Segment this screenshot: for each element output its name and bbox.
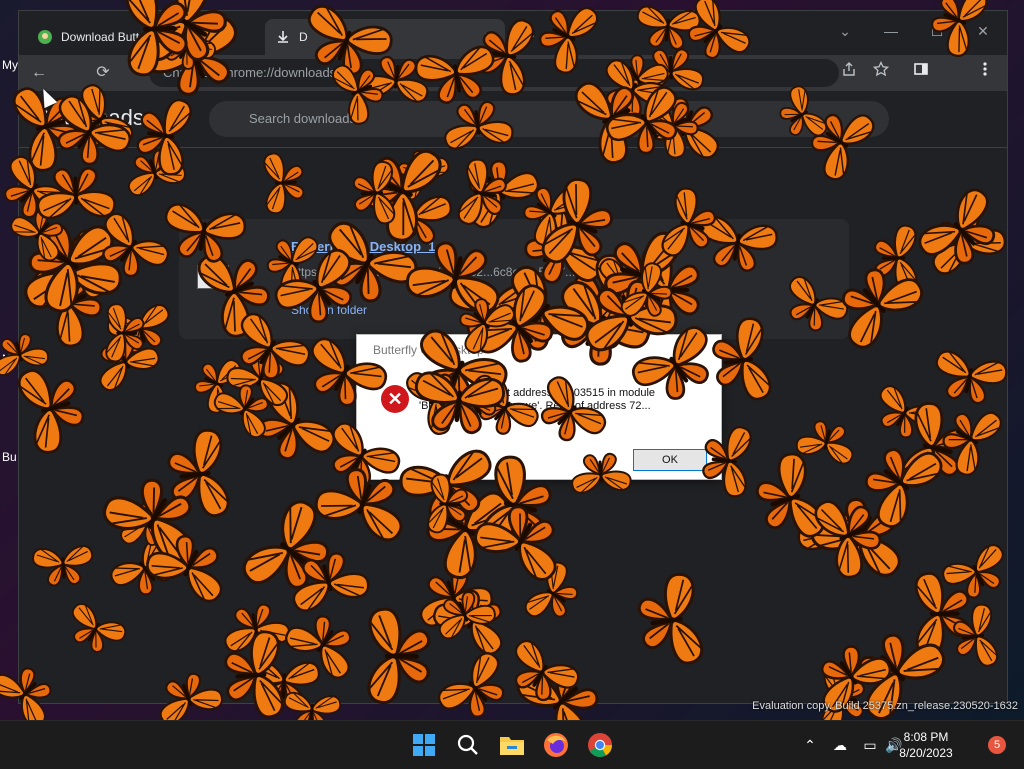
- clock[interactable]: 8:08 PM 8/20/2023: [886, 729, 966, 761]
- file-explorer-icon[interactable]: [496, 729, 528, 761]
- download-item: Butterfly On Desktop_1 https://h2ocdn.la…: [179, 219, 849, 339]
- show-in-folder-link[interactable]: Show in folder: [291, 303, 367, 317]
- close-window-button[interactable]: ✕: [963, 17, 1003, 45]
- download-filename-link[interactable]: Butterfly On Desktop_1: [291, 239, 435, 254]
- butterfly-favicon-icon: [37, 29, 53, 45]
- desktop-icon-label[interactable]: My: [2, 58, 18, 72]
- dialog-message: Access violation at address 00403515 in …: [419, 387, 656, 412]
- ok-button[interactable]: OK: [633, 449, 707, 471]
- network-icon[interactable]: ▭: [860, 733, 880, 757]
- tab-label: Download Butterfl: [61, 30, 156, 44]
- tab-download-butterfly[interactable]: Download Butterfl: [27, 19, 263, 55]
- tab-close-icon[interactable]: ✕: [483, 29, 495, 46]
- search-icon[interactable]: [452, 729, 484, 761]
- search-downloads-input[interactable]: Search downloads: [209, 101, 889, 137]
- download-icon: [275, 29, 291, 45]
- new-tab-button[interactable]: +: [517, 25, 541, 49]
- desktop-icon-label[interactable]: Bu: [2, 450, 17, 464]
- browser-toolbar: ← ⟳ Chrome | chrome://downloads: [19, 55, 1007, 91]
- page-title: Downloads: [35, 105, 144, 130]
- firefox-icon[interactable]: [540, 729, 572, 761]
- error-icon: ✕: [381, 385, 409, 413]
- tab-label: D: [299, 30, 308, 44]
- more-menu-icon[interactable]: [973, 61, 997, 85]
- start-icon[interactable]: [408, 729, 440, 761]
- download-url: https://h2ocdn.lavasoft.com/...soft32...…: [291, 265, 628, 279]
- maximize-button[interactable]: ☐: [917, 17, 957, 45]
- error-dialog: Butterfly On Desktop ✕ Access violation …: [356, 334, 722, 480]
- back-button[interactable]: ←: [27, 61, 51, 85]
- taskbar: ⌃ ☁ ▭ 🔊 8:08 PM 8/20/2023 5: [0, 720, 1024, 769]
- desktop-icon-label[interactable]: N: [2, 352, 11, 366]
- desktop: My N Bu Download Butterfl D ✕ + ⌄ — ☐ ✕: [0, 0, 1024, 720]
- tab-bar: Download Butterfl D ✕ + ⌄ — ☐ ✕: [19, 11, 1007, 55]
- notification-badge[interactable]: 5: [988, 736, 1006, 754]
- clock-date: 8/20/2023: [899, 746, 953, 760]
- side-panel-icon[interactable]: [909, 61, 933, 85]
- reload-button[interactable]: ⟳: [91, 61, 115, 85]
- tab-search-button[interactable]: ⌄: [825, 17, 865, 45]
- address-bar[interactable]: Chrome | chrome://downloads: [149, 59, 839, 87]
- bookmark-star-icon[interactable]: [869, 60, 893, 85]
- page-header: Downloads Search downloads: [19, 91, 1007, 148]
- onedrive-offline-icon[interactable]: ☁: [830, 733, 850, 757]
- evaluation-watermark: Evaluation copy. Build 25375.zn_release.…: [752, 700, 1018, 712]
- minimize-button[interactable]: —: [871, 17, 911, 45]
- tab-downloads[interactable]: D ✕: [265, 19, 505, 55]
- clock-time: 8:08 PM: [903, 730, 949, 744]
- dialog-title: Butterfly On Desktop: [373, 343, 484, 357]
- chevron-up-icon[interactable]: ⌃: [800, 733, 820, 757]
- share-icon[interactable]: [837, 61, 861, 85]
- file-icon: [197, 265, 229, 289]
- chrome-icon[interactable]: [584, 729, 616, 761]
